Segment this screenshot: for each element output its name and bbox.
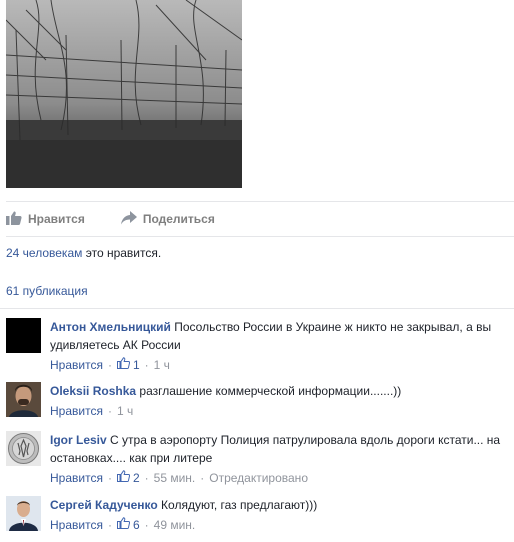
comment-time[interactable]: 1 ч <box>117 402 133 420</box>
post-actions-bar: Нравится Поделиться <box>6 201 514 237</box>
likes-summary: 24 человекам это нравится. <box>6 246 161 260</box>
thumbs-up-icon <box>6 211 28 228</box>
likes-suffix: это нравится. <box>85 246 162 260</box>
comment-time[interactable]: 55 мин. <box>154 469 196 487</box>
comment-meta: Нравится · 1 ч <box>50 402 134 420</box>
fence-photo-image <box>6 0 242 188</box>
comment-text: разглашение коммерческой информации.....… <box>139 384 402 398</box>
comment-like-button[interactable]: Нравится <box>50 516 103 534</box>
comment-meta: Нравится · 2 · 55 мин. · Отредактировано <box>50 469 308 487</box>
post-photo[interactable] <box>6 0 242 188</box>
comment-content: Антон Хмельницкий Посольство России в Ук… <box>50 318 514 354</box>
comment-time[interactable]: 1 ч <box>154 356 170 374</box>
comment-like-count[interactable]: 1 <box>116 356 140 374</box>
comment-meta: Нравится · 1 · 1 ч <box>50 356 170 374</box>
like-button[interactable]: Нравится <box>6 211 85 228</box>
avatar[interactable] <box>6 431 41 466</box>
comment-author[interactable]: Igor Lesiv <box>50 433 107 447</box>
share-label: Поделиться <box>142 212 215 226</box>
thumbs-up-outline-icon <box>116 516 133 534</box>
comment-item: Oleksii Roshka разглашение коммерческой … <box>6 382 514 426</box>
comment-author[interactable]: Сергей Кадученко <box>50 498 158 512</box>
shares-summary: 61 публикация <box>0 274 514 309</box>
shares-count-link[interactable]: 61 публикация <box>6 284 88 298</box>
avatar[interactable] <box>6 496 41 531</box>
comment-like-count[interactable]: 6 <box>116 516 140 534</box>
comment-item: Сергей Кадученко Колядуют, газ предлагаю… <box>6 496 514 540</box>
comment-text: С утра в аэропорту Полиция патрулировала… <box>50 433 501 465</box>
comment-like-count[interactable]: 2 <box>116 469 140 487</box>
comment-author[interactable]: Oleksii Roshka <box>50 384 136 398</box>
comment-author[interactable]: Антон Хмельницкий <box>50 320 171 334</box>
comment-time[interactable]: 49 мин. <box>154 516 196 534</box>
avatar[interactable] <box>6 382 41 417</box>
comment-content: Igor Lesiv С утра в аэропорту Полиция па… <box>50 431 514 467</box>
comment-item: Антон Хмельницкий Посольство России в Ук… <box>6 318 514 378</box>
share-arrow-icon <box>120 210 143 228</box>
like-label: Нравится <box>28 212 85 226</box>
thumbs-up-outline-icon <box>116 469 133 487</box>
share-button[interactable]: Поделиться <box>120 210 215 228</box>
comment-meta: Нравится · 6 · 49 мин. <box>50 516 196 534</box>
thumbs-up-outline-icon <box>116 356 133 374</box>
avatar[interactable] <box>6 318 41 353</box>
comment-text: Колядуют, газ предлагают))) <box>161 498 318 512</box>
comment-like-button[interactable]: Нравится <box>50 402 103 420</box>
comment-content: Сергей Кадученко Колядуют, газ предлагаю… <box>50 496 514 514</box>
comment-content: Oleksii Roshka разглашение коммерческой … <box>50 382 514 400</box>
comment-like-button[interactable]: Нравится <box>50 356 103 374</box>
edited-label[interactable]: Отредактировано <box>209 469 308 487</box>
comment-like-button[interactable]: Нравится <box>50 469 103 487</box>
likes-count-link[interactable]: 24 человекам <box>6 246 82 260</box>
comment-item: Igor Lesiv С утра в аэропорту Полиция па… <box>6 431 514 491</box>
